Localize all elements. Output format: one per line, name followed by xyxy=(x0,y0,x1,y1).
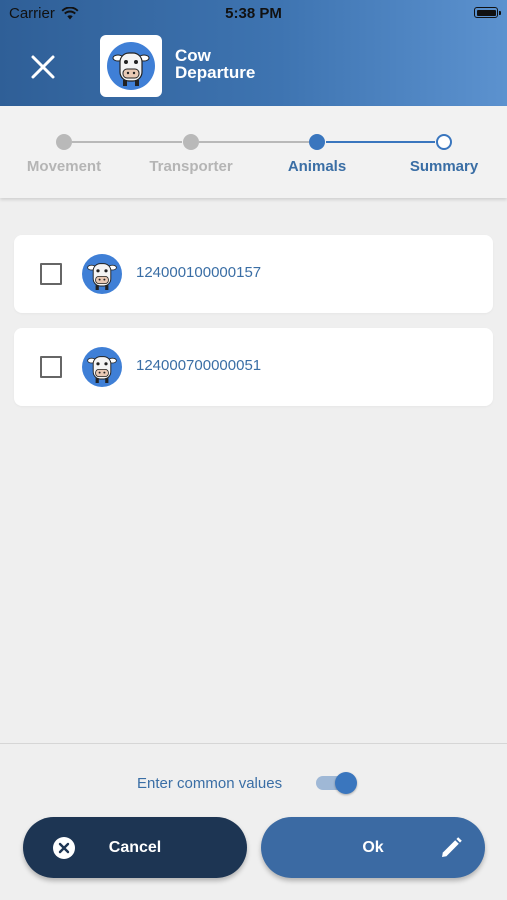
app-title: Cow Departure xyxy=(175,47,255,81)
cancel-button[interactable]: Cancel xyxy=(23,817,247,878)
animal-id: 124000100000157 xyxy=(136,264,262,281)
step-connector xyxy=(199,141,309,143)
cow-icon xyxy=(87,263,117,290)
animal-checkbox[interactable] xyxy=(40,356,62,378)
progress-stepper: Movement Transporter Animals Summary xyxy=(0,106,507,198)
footer-divider xyxy=(0,743,507,744)
clock: 5:38 PM xyxy=(225,5,282,22)
animal-id: 124000700000051 xyxy=(136,357,262,374)
cancel-button-label: Cancel xyxy=(108,838,162,856)
app-title-line2: Departure xyxy=(175,63,256,82)
status-bar: Carrier 5:38 PM xyxy=(0,0,507,28)
common-values-row: Enter common values xyxy=(0,769,507,797)
cow-icon xyxy=(87,356,117,383)
cow-icon xyxy=(107,42,155,90)
step-dot-transporter xyxy=(183,134,199,150)
step-label-transporter[interactable]: Transporter xyxy=(121,158,261,175)
animal-avatar xyxy=(82,347,122,387)
toggle-knob xyxy=(335,772,357,794)
step-connector xyxy=(326,141,435,143)
animal-avatar xyxy=(82,254,122,294)
app-header: Carrier 5:38 PM Cow Departure xyxy=(0,0,507,106)
step-label-summary[interactable]: Summary xyxy=(374,158,507,175)
battery-icon xyxy=(474,7,501,18)
cancel-circle-icon xyxy=(53,837,75,859)
close-icon xyxy=(31,55,55,79)
common-values-label: Enter common values xyxy=(137,775,283,792)
app-title-line1: Cow xyxy=(175,46,211,65)
app-logo xyxy=(100,35,162,97)
ok-button-label: Ok xyxy=(362,838,384,856)
animal-list-item[interactable]: 124000100000157 xyxy=(14,235,493,313)
animal-list-item[interactable]: 124000700000051 xyxy=(14,328,493,406)
animal-checkbox[interactable] xyxy=(40,263,62,285)
close-button[interactable] xyxy=(22,46,64,88)
step-connector xyxy=(72,141,182,143)
step-label-movement[interactable]: Movement xyxy=(0,158,134,175)
step-dot-movement xyxy=(56,134,72,150)
pencil-icon xyxy=(442,837,462,857)
common-values-toggle[interactable] xyxy=(314,772,358,794)
step-dot-animals xyxy=(309,134,325,150)
step-dot-summary xyxy=(436,134,452,150)
step-label-animals[interactable]: Animals xyxy=(247,158,387,175)
ok-button[interactable]: Ok xyxy=(261,817,485,878)
